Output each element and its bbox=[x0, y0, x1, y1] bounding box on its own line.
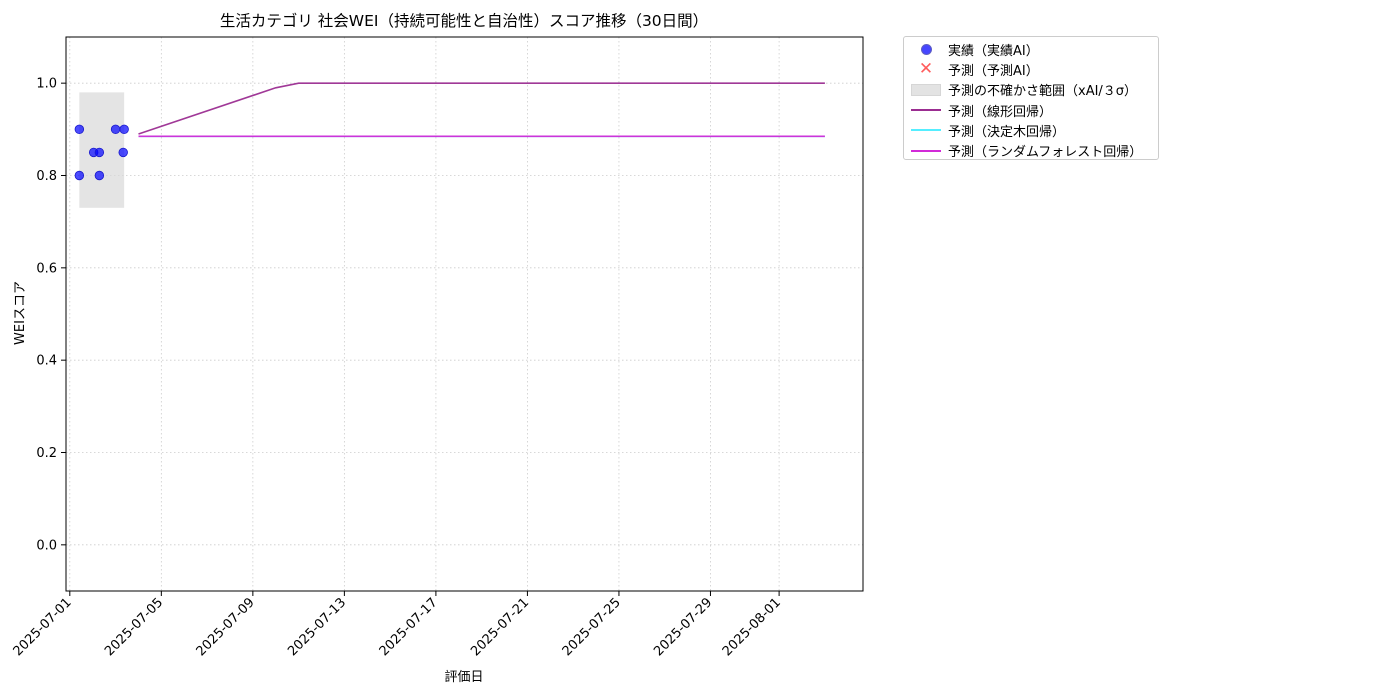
chart-title: 生活カテゴリ 社会WEI（持続可能性と自治性）スコア推移（30日間） bbox=[220, 11, 708, 30]
x-tick-label: 2025-08-01 bbox=[720, 595, 784, 659]
ticks-layer: 2025-07-01 2025-07-05 2025-07-09 2025-07-13… bbox=[11, 77, 784, 660]
x-tick-label: 2025-07-25 bbox=[560, 595, 624, 659]
grid-layer bbox=[66, 37, 863, 591]
x-tick-label: 2025-07-17 bbox=[377, 595, 441, 659]
legend-label-uncertainty: 予測の不確かさ範囲（xAI/３σ） bbox=[948, 84, 1138, 100]
legend-item-predict-ai: ✕ 予測（予測AI） bbox=[904, 59, 1158, 79]
y-tick-label: 0.6 bbox=[36, 261, 57, 276]
x-axis-label: 評価日 bbox=[444, 670, 483, 685]
legend: 実績（実績AI） ✕ 予測（予測AI） 予測の不確かさ範囲（xAI/３σ） 予測… bbox=[903, 36, 1159, 160]
actual-point bbox=[74, 124, 85, 135]
y-tick-label: 0.4 bbox=[36, 354, 57, 369]
actual-point bbox=[74, 170, 85, 181]
chart-canvas: 2025-07-01 2025-07-05 2025-07-09 2025-07-13… bbox=[11, 11, 864, 685]
gray-box-icon bbox=[911, 83, 941, 96]
legend-label-actual: 実績（実績AI） bbox=[948, 43, 1039, 59]
legend-swatch-forest bbox=[904, 143, 948, 159]
plot-frame bbox=[65, 36, 864, 592]
x-tick-label: 2025-07-29 bbox=[651, 595, 715, 659]
legend-item-tree: 予測（決定木回帰） bbox=[904, 120, 1158, 140]
red-x-icon: ✕ bbox=[918, 59, 934, 80]
legend-label-predict-ai: 予測（予測AI） bbox=[948, 63, 1039, 79]
legend-label-forest: 予測（ランダムフォレスト回帰） bbox=[948, 145, 1143, 161]
actual-point bbox=[119, 124, 129, 135]
blue-dot-icon bbox=[920, 43, 932, 55]
legend-swatch-actual bbox=[904, 41, 948, 57]
magenta-line-icon bbox=[911, 149, 941, 152]
y-axis-label: WEIスコア bbox=[13, 281, 28, 345]
actual-point bbox=[94, 170, 105, 181]
legend-item-linear: 予測（線形回帰） bbox=[904, 100, 1158, 120]
y-tick-label: 0.8 bbox=[36, 169, 57, 184]
series-layer bbox=[138, 82, 825, 138]
x-tick-label: 2025-07-05 bbox=[102, 595, 166, 659]
y-tick-label: 1.0 bbox=[36, 77, 57, 92]
x-tick-label: 2025-07-09 bbox=[194, 595, 258, 659]
legend-label-tree: 予測（決定木回帰） bbox=[948, 124, 1066, 140]
legend-swatch-uncertainty bbox=[904, 82, 948, 98]
legend-item-uncertainty: 予測の不確かさ範囲（xAI/３σ） bbox=[904, 80, 1158, 100]
x-tick-label: 2025-07-01 bbox=[11, 595, 75, 659]
cyan-line-icon bbox=[911, 129, 941, 132]
actual-point bbox=[94, 147, 105, 158]
legend-swatch-predict-ai: ✕ bbox=[904, 59, 948, 80]
y-tick-label: 0.2 bbox=[36, 446, 57, 461]
series-line-1 bbox=[138, 82, 825, 135]
purple-line-icon bbox=[911, 109, 941, 112]
legend-item-actual: 実績（実績AI） bbox=[904, 39, 1158, 59]
legend-swatch-linear bbox=[904, 102, 948, 118]
actual-point bbox=[110, 124, 121, 135]
x-tick-label: 2025-07-13 bbox=[285, 595, 349, 659]
actual-point bbox=[118, 147, 128, 158]
legend-label-linear: 予測（線形回帰） bbox=[948, 104, 1053, 120]
y-tick-label: 0.0 bbox=[36, 538, 57, 553]
x-tick-label: 2025-07-21 bbox=[468, 595, 532, 659]
legend-item-forest: 予測（ランダムフォレスト回帰） bbox=[904, 140, 1158, 160]
legend-swatch-tree bbox=[904, 122, 948, 138]
